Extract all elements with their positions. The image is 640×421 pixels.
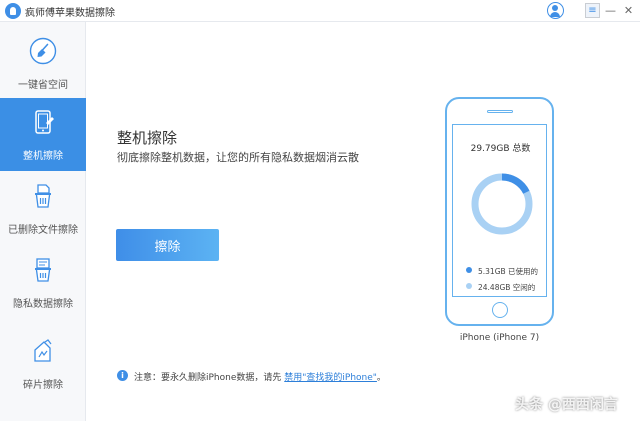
page-title: 整机擦除 bbox=[117, 129, 178, 147]
page-description: 彻底擦除整机数据，让您的所有隐私数据烟消云散 bbox=[117, 151, 359, 164]
sidebar-item-label: 碎片擦除 bbox=[23, 380, 63, 391]
device-name: iPhone (iPhone 7) bbox=[459, 333, 540, 343]
sidebar-item-privacy[interactable]: 隐私数据擦除 bbox=[0, 246, 86, 319]
broom-icon bbox=[29, 37, 57, 65]
used-legend-dot bbox=[466, 267, 472, 273]
storage-ring-chart bbox=[471, 173, 533, 235]
notice-suffix: 。 bbox=[376, 373, 386, 383]
phone-speaker bbox=[487, 110, 513, 113]
sidebar-item-label: 整机擦除 bbox=[23, 151, 63, 162]
disable-find-my-iphone-link[interactable]: 禁用"查找我的iPhone" bbox=[284, 373, 377, 383]
watermark: 头条 @西西闲言 bbox=[515, 397, 618, 413]
erase-button[interactable]: 擦除 bbox=[116, 229, 219, 261]
sidebar-item-label: 已删除文件擦除 bbox=[8, 225, 78, 236]
notice-prefix: 注意：要永久删除iPhone数据，请先 bbox=[134, 373, 285, 383]
info-icon: i bbox=[117, 370, 128, 381]
close-button[interactable]: ✕ bbox=[621, 3, 636, 18]
sidebar-item-label: 一键省空间 bbox=[18, 80, 68, 91]
phone-erase-icon bbox=[35, 110, 54, 134]
free-legend-dot bbox=[466, 283, 472, 289]
free-legend-label: 24.48GB 空闲的 bbox=[478, 283, 536, 292]
sidebar-item-fragments[interactable]: 碎片擦除 bbox=[0, 327, 86, 400]
sidebar-item-label: 隐私数据擦除 bbox=[13, 299, 73, 310]
storage-total: 29.79GB 总数 bbox=[470, 144, 531, 154]
sidebar-item-deleted-files[interactable]: 已删除文件擦除 bbox=[0, 172, 86, 245]
file-trash-icon bbox=[35, 184, 51, 208]
sidebar: 一键省空间 整机擦除 已删除文件擦除 隐私数据擦除 碎片擦除 bbox=[0, 22, 86, 421]
used-legend-label: 5.31GB 已使用的 bbox=[478, 267, 539, 276]
privacy-trash-icon bbox=[35, 258, 51, 282]
phone-screen: 29.79GB 总数 5.31GB 已使用的 24.48GB 空闲的 bbox=[452, 124, 547, 297]
notice-text: 注意：要永久删除iPhone数据，请先 禁用"查找我的iPhone"。 bbox=[134, 370, 386, 383]
minimize-button[interactable]: — bbox=[603, 3, 618, 18]
sidebar-item-full-erase[interactable]: 整机擦除 bbox=[0, 98, 86, 171]
fragment-erase-icon bbox=[34, 339, 52, 362]
menu-icon[interactable]: ≡ bbox=[585, 3, 600, 18]
title-bar: 疯师傅苹果数据擦除 ≡ — ✕ bbox=[0, 0, 640, 22]
app-logo-icon bbox=[5, 3, 21, 19]
sidebar-item-save-space[interactable]: 一键省空间 bbox=[0, 27, 86, 100]
user-account-icon[interactable] bbox=[547, 2, 564, 19]
app-title: 疯师傅苹果数据擦除 bbox=[25, 8, 115, 19]
phone-home-button bbox=[492, 302, 508, 318]
phone-illustration: 29.79GB 总数 5.31GB 已使用的 24.48GB 空闲的 bbox=[445, 97, 554, 326]
